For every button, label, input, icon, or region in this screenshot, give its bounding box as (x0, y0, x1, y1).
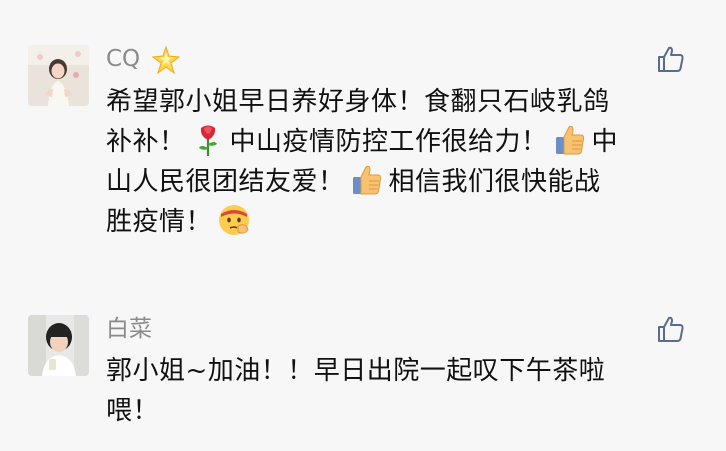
rose-icon (190, 122, 226, 158)
like-button[interactable] (656, 314, 686, 344)
text-line: 补补！ 中山疫情防控工作很给力！ 中 (106, 122, 696, 162)
comment-text: 郭小姐~加油！！早日出院一起叹下午茶啦 喂！ (106, 351, 696, 431)
text-line: 希望郭小姐早日养好身体！食翻只石岐乳鸽 (106, 87, 610, 117)
text-line: 郭小姐~加油！！早日出院一起叹下午茶啦 (106, 356, 606, 386)
sparkle-star-icon (151, 44, 181, 75)
author-name: 白菜 (106, 316, 152, 342)
comment-item: CQ 希望郭小姐早日养好身体！食翻只石岐乳鸽 补补！ 中山疫情防控工作很给力！ … (0, 0, 726, 290)
comment-author: 白菜 (106, 314, 152, 344)
thumbs-up-outline-icon (658, 46, 684, 72)
text-line: 山人民很团结友爱！ 相信我们很快能战 (106, 162, 696, 202)
text-line: 喂！ (106, 396, 160, 426)
author-name: CQ (106, 46, 141, 72)
thumbs-up-icon (552, 122, 588, 158)
avatar[interactable] (28, 315, 89, 376)
comment-text: 希望郭小姐早日养好身体！食翻只石岐乳鸽 补补！ 中山疫情防控工作很给力！ 中 山… (106, 82, 696, 242)
thumbs-up-outline-icon (658, 316, 684, 342)
comment-list: CQ 希望郭小姐早日养好身体！食翻只石岐乳鸽 补补！ 中山疫情防控工作很给力！ … (0, 0, 726, 451)
avatar[interactable] (28, 45, 89, 106)
salute-face-icon (216, 202, 252, 238)
comment-author: CQ (106, 44, 181, 75)
thumbs-up-icon (349, 162, 385, 198)
comment-item: 白菜 郭小姐~加油！！早日出院一起叹下午茶啦 喂！ (0, 300, 726, 451)
text-line: 胜疫情！ (106, 202, 696, 242)
like-button[interactable] (656, 44, 686, 74)
